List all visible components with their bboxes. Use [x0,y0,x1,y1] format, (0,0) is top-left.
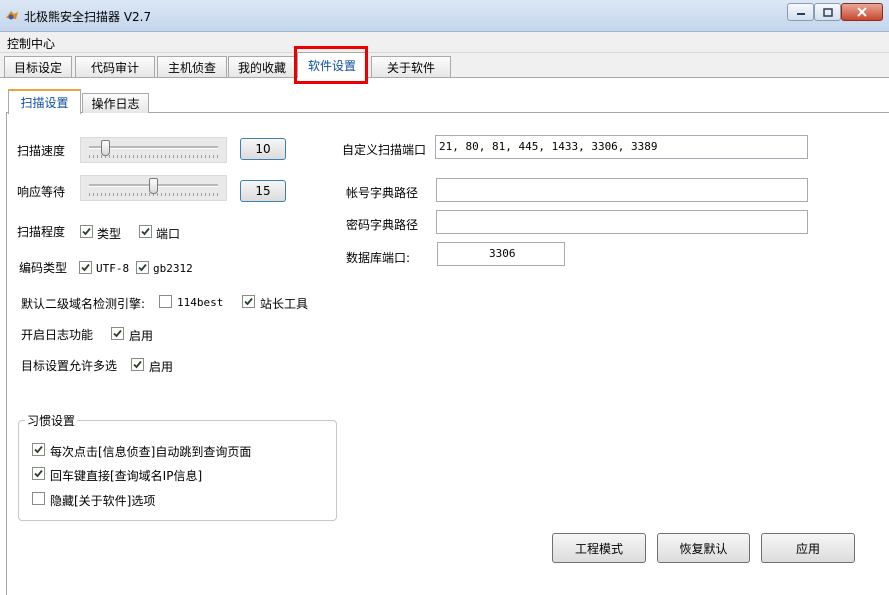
checkmark-icon [81,263,90,272]
user-dict-input[interactable] [436,178,808,202]
tab-target[interactable]: 目标设定 [4,56,72,77]
scan-level-type-checkbox[interactable] [80,225,93,238]
scan-level-port-checkbox[interactable] [139,225,152,238]
scan-speed-slider[interactable] [80,137,227,163]
habits-title: 习惯设置 [25,412,78,429]
habit-hide-about-label: 隐藏[关于软件]选项 [50,494,156,508]
user-dict-label: 帐号字典路径 [346,186,419,200]
checkmark-icon [138,263,147,272]
checkmark-icon [34,469,43,478]
habit-jump-label: 每次点击[信息侦查]自动跳到查询页面 [50,445,252,459]
scan-speed-label: 扫描速度 [17,144,66,158]
response-wait-label: 响应等待 [17,185,66,199]
bear-app-icon [5,8,19,22]
engine-114best-label: 114best [177,296,224,309]
enable-log-label: 开启日志功能 [21,328,94,342]
engine-114best-checkbox[interactable] [159,295,172,308]
window-title: 北极熊安全扫描器 V2.7 [24,10,152,24]
scan-speed-slider-thumb[interactable] [101,140,110,156]
habit-enter-checkbox[interactable] [32,467,45,480]
restore-defaults-button[interactable]: 恢复默认 [657,533,750,563]
scan-level-port-label: 端口 [156,227,181,241]
pass-dict-input[interactable] [436,210,808,234]
ports-input[interactable]: 21, 80, 81, 445, 1433, 3306, 3389 [435,135,808,159]
scan-level-label: 扫描程度 [17,225,66,239]
response-wait-value[interactable]: 15 [240,180,286,202]
habit-enter-label: 回车键直接[查询域名IP信息] [50,469,203,483]
subdomain-engine-label: 默认二级域名检测引擎: [21,297,146,311]
multi-select-option: 启用 [149,360,174,374]
subtab-operation-log[interactable]: 操作日志 [82,93,149,113]
encoding-utf8-checkbox[interactable] [79,261,92,274]
engine-chinaz-label: 站长工具 [260,297,309,311]
response-wait-slider-thumb[interactable] [149,178,158,194]
scan-speed-value[interactable]: 10 [240,138,286,160]
enable-log-option: 启用 [129,329,154,343]
encoding-label: 编码类型 [19,261,68,275]
encoding-utf8-label: UTF-8 [96,262,130,275]
response-wait-slider[interactable] [80,175,227,201]
multi-select-label: 目标设置允许多选 [21,359,118,373]
checkmark-icon [133,360,142,369]
minimize-icon[interactable] [787,3,814,21]
checkmark-icon [244,297,253,306]
db-port-input[interactable]: 3306 [437,242,565,266]
ports-value: 21, 80, 81, 445, 1433, 3306, 3389 [439,140,658,153]
encoding-gb2312-label: gb2312 [153,262,193,275]
engineering-mode-button[interactable]: 工程模式 [552,533,646,563]
menu-control-center[interactable]: 控制中心 [7,35,55,52]
pass-dict-label: 密码字典路径 [346,218,419,232]
highlight-box [294,46,368,84]
multi-select-checkbox[interactable] [131,358,144,371]
checkmark-icon [141,227,150,236]
engine-chinaz-checkbox[interactable] [242,295,255,308]
menu-bar [0,32,889,53]
tab-favorites[interactable]: 我的收藏 [228,56,296,77]
tab-about[interactable]: 关于软件 [371,56,451,77]
scan-level-type-label: 类型 [97,227,122,241]
habit-jump-checkbox[interactable] [32,443,45,456]
encoding-gb2312-checkbox[interactable] [136,261,149,274]
db-port-value: 3306 [489,247,516,260]
checkmark-icon [82,227,91,236]
tab-code-audit[interactable]: 代码审计 [75,56,155,77]
checkmark-icon [113,329,122,338]
ports-label: 自定义扫描端口 [342,143,427,157]
checkmark-icon [34,445,43,454]
db-port-label: 数据库端口: [346,251,411,265]
tab-host-recon[interactable]: 主机侦查 [157,56,227,77]
habit-hide-about-checkbox[interactable] [32,492,45,505]
close-icon[interactable] [841,3,883,21]
maximize-icon[interactable] [814,3,841,21]
enable-log-checkbox[interactable] [111,327,124,340]
subtab-scan-settings[interactable]: 扫描设置 [8,89,81,114]
apply-button[interactable]: 应用 [761,533,855,563]
